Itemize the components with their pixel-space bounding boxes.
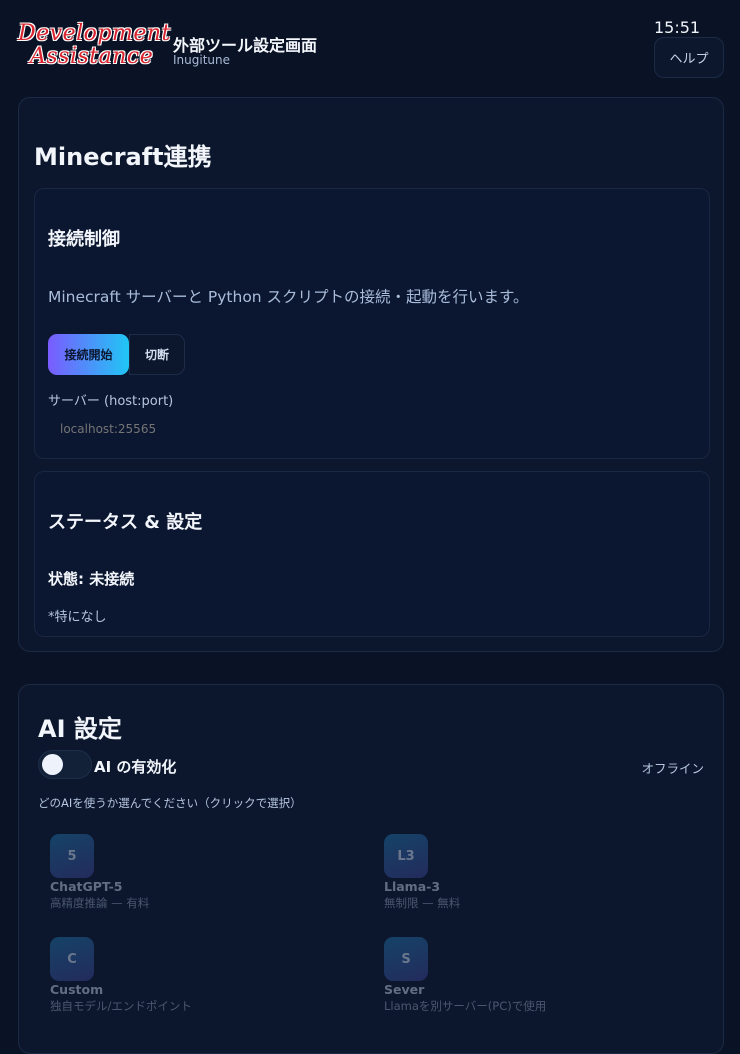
logo-line2: Assistance — [30, 44, 154, 69]
ai-option-name: Custom — [50, 982, 104, 997]
connect-button[interactable]: 接続開始 — [48, 334, 129, 375]
server-input[interactable] — [48, 415, 348, 443]
minecraft-section-title: Minecraft連携 — [34, 143, 212, 171]
connection-card: 接続制御 Minecraft サーバーと Python スクリプトの接続・起動を… — [34, 188, 710, 459]
ai-option-llama[interactable]: L3 Llama-3 無制限 — 無料 — [371, 834, 691, 929]
status-label: 状態: — [48, 570, 84, 588]
server-field-label: サーバー (host:port) — [48, 394, 174, 409]
ai-panel: AI 設定 AI の有効化 オフライン どのAIを使うか選んでください（クリック… — [18, 684, 724, 1054]
ai-option-desc: 無制限 — 無料 — [384, 896, 461, 910]
ai-option-custom[interactable]: C Custom 独自モデル/エンドポイント — [37, 937, 357, 1032]
ai-option-badge: 5 — [50, 834, 94, 878]
status-card-title: ステータス & 設定 — [48, 512, 203, 533]
ai-option-name: ChatGPT-5 — [50, 879, 123, 894]
status-note: *特になし — [48, 610, 107, 625]
clock: 15:51 — [654, 18, 701, 37]
status-card: ステータス & 設定 状態: 未接続 *特になし — [34, 471, 710, 637]
ai-option-server[interactable]: S Sever Llamaを別サーバー(PC)で使用 — [371, 937, 691, 1032]
toggle-knob — [42, 754, 63, 775]
ai-select-hint: どのAIを使うか選んでください（クリックで選択） — [38, 796, 302, 810]
ai-option-chatgpt[interactable]: 5 ChatGPT-5 高精度推論 — 有料 — [37, 834, 357, 929]
app-header: Development Assistance 外部ツール設定画面 Inugitu… — [0, 0, 740, 90]
ai-toggle-label: AI の有効化 — [94, 758, 177, 776]
connection-status: 状態: 未接続 — [48, 568, 134, 589]
help-button[interactable]: ヘルプ — [654, 37, 724, 78]
ai-section-title: AI 設定 — [38, 715, 122, 743]
ai-option-desc: 独自モデル/エンドポイント — [50, 999, 192, 1013]
disconnect-button[interactable]: 切断 — [129, 334, 185, 375]
app-logo: Development Assistance — [18, 22, 171, 68]
ai-option-name: Sever — [384, 982, 425, 997]
ai-status-text: オフライン — [641, 761, 704, 776]
ai-option-name: Llama-3 — [384, 879, 441, 894]
status-value: 未接続 — [89, 570, 135, 588]
ai-option-desc: Llamaを別サーバー(PC)で使用 — [384, 999, 547, 1013]
page-subtitle: Inugitune — [173, 53, 230, 67]
ai-option-desc: 高精度推論 — 有料 — [50, 896, 150, 910]
connection-card-title: 接続制御 — [48, 229, 120, 250]
ai-enable-toggle[interactable] — [38, 750, 92, 779]
logo-line1: Development — [18, 21, 171, 46]
connection-description: Minecraft サーバーと Python スクリプトの接続・起動を行います。 — [48, 288, 529, 306]
ai-option-badge: C — [50, 937, 94, 981]
minecraft-panel: Minecraft連携 接続制御 Minecraft サーバーと Python … — [18, 97, 724, 652]
ai-option-badge: L3 — [384, 834, 428, 878]
ai-option-badge: S — [384, 937, 428, 981]
